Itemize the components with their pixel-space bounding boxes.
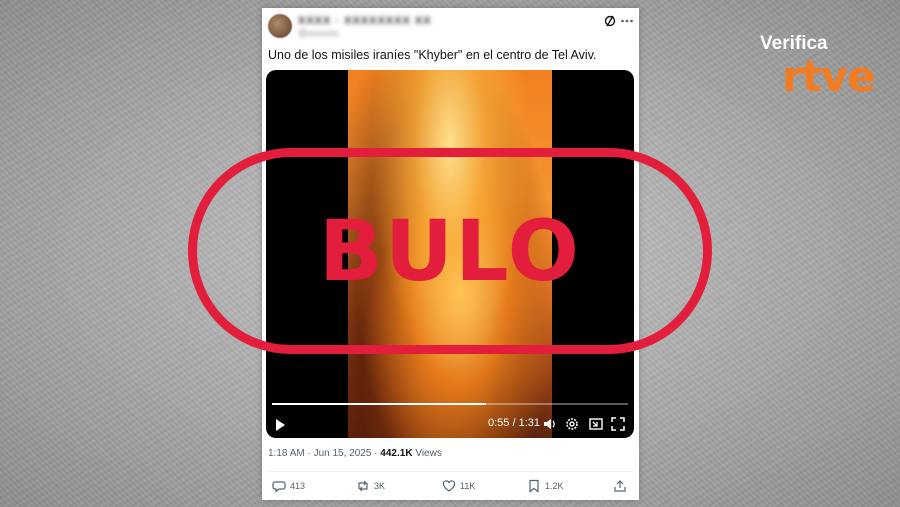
divider bbox=[268, 471, 633, 472]
grok-icon[interactable] bbox=[603, 14, 617, 28]
tweet-meta: 1:18 AM · Jun 15, 2025 · 442.1K Views bbox=[268, 448, 442, 459]
share-button[interactable] bbox=[613, 479, 627, 493]
tweet-text: Uno de los misiles iraníes "Khyber" en e… bbox=[268, 48, 597, 62]
bookmark-count: 1.2K bbox=[545, 481, 564, 491]
video-progress-fill bbox=[272, 403, 486, 405]
views-label: Views bbox=[415, 448, 442, 459]
fullscreen-icon[interactable] bbox=[610, 416, 626, 432]
repost-icon bbox=[358, 480, 368, 492]
author-handle[interactable]: @xxxxxxx bbox=[298, 28, 339, 38]
reply-icon bbox=[272, 481, 286, 493]
avatar[interactable] bbox=[268, 14, 292, 38]
author-name[interactable]: XXXX · XXXXXXXX XX bbox=[298, 15, 432, 27]
settings-gear-icon[interactable] bbox=[564, 416, 580, 432]
volume-icon[interactable] bbox=[542, 416, 558, 432]
reply-count: 413 bbox=[290, 481, 306, 491]
bookmark-button[interactable]: 1.2K bbox=[527, 479, 564, 493]
video-progress-bar[interactable] bbox=[272, 403, 628, 405]
bulo-stamp-text: BULO bbox=[318, 202, 582, 300]
like-count: 11K bbox=[460, 481, 476, 491]
rtve-logo: rtve bbox=[782, 52, 876, 101]
play-icon[interactable] bbox=[276, 419, 285, 431]
repost-button[interactable]: 3K bbox=[356, 479, 385, 493]
like-button[interactable]: 11K bbox=[442, 479, 475, 493]
video-time: 0:55 / 1:31 bbox=[488, 417, 540, 429]
bookmark-icon bbox=[529, 479, 539, 493]
share-icon bbox=[614, 480, 626, 492]
picture-in-picture-icon[interactable] bbox=[588, 416, 604, 432]
reply-button[interactable]: 413 bbox=[272, 479, 305, 493]
views-count: 442.1K bbox=[380, 448, 413, 459]
timestamp[interactable]: 1:18 AM · Jun 15, 2025 · bbox=[268, 448, 378, 459]
repost-count: 3K bbox=[374, 481, 386, 491]
more-options-icon[interactable] bbox=[620, 14, 634, 28]
heart-icon bbox=[442, 480, 456, 492]
